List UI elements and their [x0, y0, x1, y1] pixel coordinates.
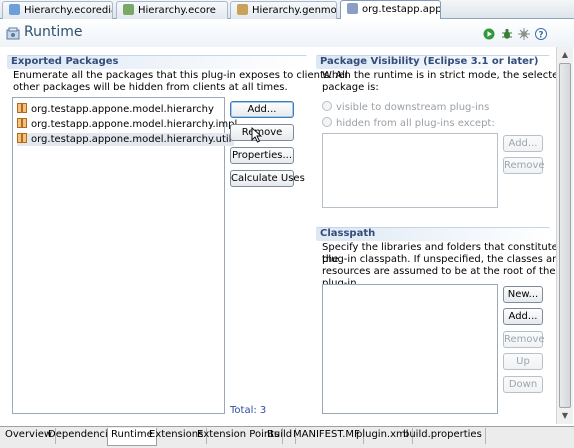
- radio-label: visible to downstream plug-ins: [336, 102, 490, 113]
- visibility-description-line2: package is:: [322, 82, 379, 93]
- scroll-down-arrow-icon[interactable]: ▼: [560, 411, 570, 421]
- classpath-description-line2: plug-in classpath. If unspecified, the c…: [322, 254, 565, 265]
- editor-tab-label: Hierarchy.genmodel: [252, 5, 337, 16]
- classpath-remove-button[interactable]: Remove: [503, 331, 545, 348]
- package-icon: [17, 103, 27, 113]
- editor-tab-manifest-active[interactable]: org.testapp.appone: [340, 0, 441, 20]
- mouse-pointer-icon: [251, 127, 263, 143]
- runtime-gear-icon: [6, 27, 20, 40]
- ecore-file-icon: [123, 4, 134, 15]
- genmodel-file-icon: [237, 4, 248, 15]
- classpath-list[interactable]: [322, 284, 498, 414]
- editor-tab-ecore[interactable]: Hierarchy.ecore: [116, 1, 228, 19]
- editor-tab-bar: Hierarchy.ecorediag Hierarchy.ecore Hier…: [0, 0, 574, 20]
- list-item-selected[interactable]: org.testapp.appone.model.hierarchy.util: [17, 133, 235, 146]
- package-icon: [17, 133, 27, 143]
- total-count: Total: 3: [230, 405, 267, 416]
- package-visibility-title: Package Visibility (Eclipse 3.1 or later…: [320, 56, 539, 67]
- list-item[interactable]: org.testapp.appone.model.hierarchy.impl: [17, 118, 240, 131]
- radio-button-icon: [322, 101, 332, 111]
- package-name: org.testapp.appone.model.hierarchy.impl: [31, 119, 238, 130]
- vertical-scrollbar[interactable]: ▲ ▼: [556, 47, 573, 424]
- properties-button[interactable]: Properties...: [230, 147, 294, 164]
- run-icon[interactable]: [483, 28, 495, 40]
- tab-build-properties[interactable]: build.properties: [400, 428, 486, 444]
- calculate-uses-button[interactable]: Calculate Uses: [230, 170, 305, 187]
- page-title: Runtime: [24, 24, 83, 40]
- classpath-new-button[interactable]: New...: [503, 286, 543, 303]
- visible-downstream-radio[interactable]: visible to downstream plug-ins: [322, 101, 489, 114]
- svg-text:?: ?: [538, 30, 543, 40]
- list-item[interactable]: org.testapp.appone.model.hierarchy: [17, 103, 217, 116]
- exported-packages-title: Exported Packages: [11, 56, 119, 67]
- visibility-description-line1: When the runtime is in strict mode, the …: [322, 70, 565, 81]
- help-icon[interactable]: ?: [535, 28, 547, 40]
- editor-tab-label: Hierarchy.ecore: [138, 5, 216, 16]
- classpath-down-button[interactable]: Down: [503, 376, 543, 393]
- classpath-up-button[interactable]: Up: [503, 353, 543, 370]
- classpath-title: Classpath: [320, 228, 376, 239]
- ecorediag-file-icon: [9, 4, 20, 15]
- exported-description-line2: other packages will be hidden from clien…: [13, 82, 288, 93]
- add-package-button[interactable]: Add...: [230, 101, 294, 118]
- radio-label: hidden from all plug-ins except:: [336, 118, 495, 129]
- exported-packages-list[interactable]: org.testapp.appone.model.hierarchy org.t…: [12, 97, 237, 414]
- visibility-plugins-list[interactable]: [322, 133, 498, 208]
- radio-button-icon: [322, 117, 332, 127]
- bottom-page-tabs: Overview Dependencies Runtime Extensions…: [0, 426, 574, 448]
- exported-description-line1: Enumerate all the packages that this plu…: [13, 70, 348, 81]
- hidden-except-radio[interactable]: hidden from all plug-ins except:: [322, 117, 495, 130]
- visibility-remove-button[interactable]: Remove: [503, 157, 545, 174]
- editor-tab-label: org.testapp.appone: [362, 4, 441, 15]
- editor-tab-genmodel[interactable]: Hierarchy.genmodel: [230, 1, 337, 19]
- scroll-up-arrow-icon[interactable]: ▲: [560, 50, 570, 60]
- editor-tab-label: Hierarchy.ecorediag: [24, 5, 112, 16]
- classpath-add-button[interactable]: Add...: [503, 308, 543, 325]
- visibility-add-button[interactable]: Add...: [503, 135, 543, 152]
- page-header: Runtime ?: [0, 19, 574, 47]
- package-name: org.testapp.appone.model.hierarchy.util: [31, 134, 232, 145]
- export-wizard-icon[interactable]: [518, 28, 530, 40]
- scrollbar-thumb[interactable]: [559, 63, 571, 408]
- editor-tab-ecorediag[interactable]: Hierarchy.ecorediag: [2, 1, 113, 19]
- debug-bug-icon[interactable]: [501, 28, 513, 40]
- package-name: org.testapp.appone.model.hierarchy: [31, 104, 214, 115]
- package-icon: [17, 118, 27, 128]
- plugin-manifest-icon: [347, 3, 358, 14]
